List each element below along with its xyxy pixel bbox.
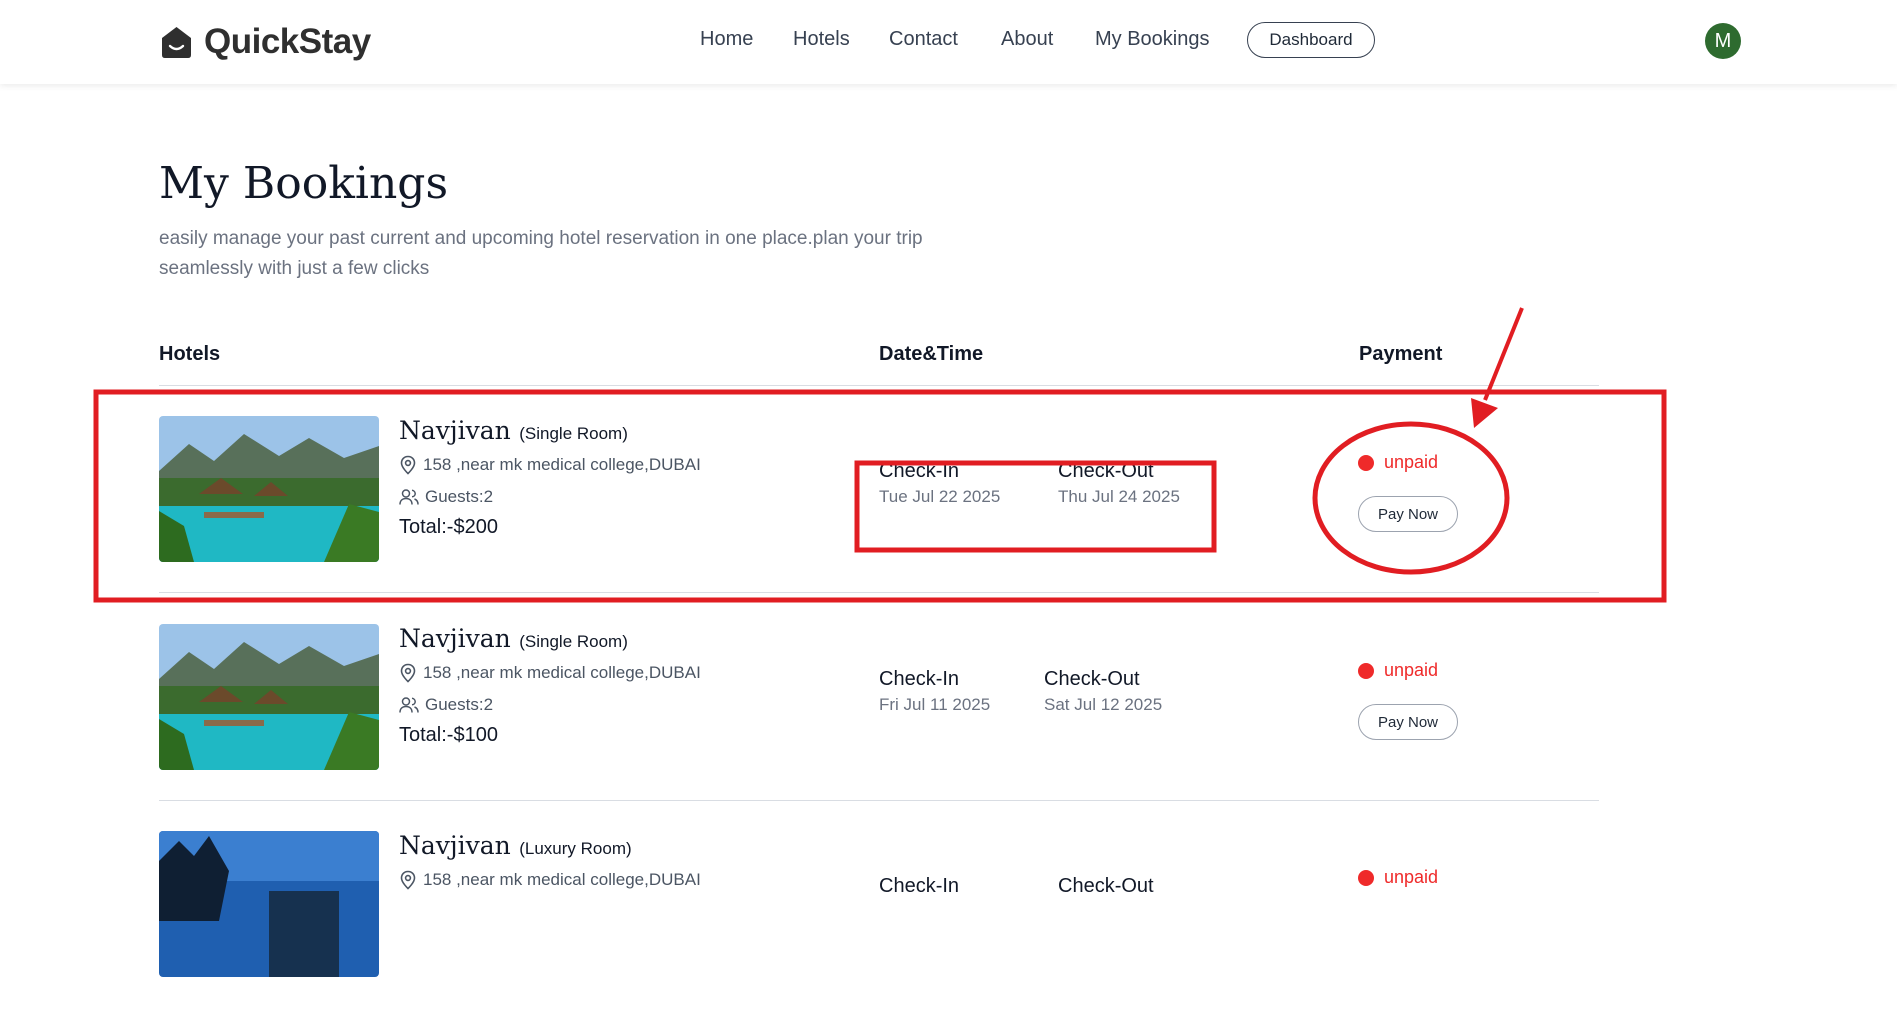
address-text: 158 ,near mk medical college,DUBAI bbox=[423, 455, 701, 474]
booking-total: Total:-$100 bbox=[399, 724, 498, 746]
check-out-label: Check-Out bbox=[1058, 460, 1154, 482]
booking-row: Navjivan (Single Room) 158 ,near mk medi… bbox=[0, 388, 1897, 595]
booking-total: Total:-$200 bbox=[399, 516, 498, 538]
check-in-label: Check-In bbox=[879, 875, 960, 897]
avatar[interactable]: M bbox=[1705, 23, 1741, 59]
room-type: (Single Room) bbox=[519, 424, 628, 443]
check-in-date: Fri Jul 11 2025 bbox=[879, 695, 991, 714]
dashboard-button[interactable]: Dashboard bbox=[1247, 22, 1375, 58]
hotel-thumbnail bbox=[159, 831, 379, 977]
hotel-name: Navjivan (Single Room) bbox=[399, 416, 628, 445]
check-out-date: Sat Jul 12 2025 bbox=[1044, 695, 1163, 714]
check-in-block: Check-In bbox=[879, 875, 959, 898]
payment-status: unpaid bbox=[1358, 452, 1438, 473]
table-divider bbox=[159, 385, 1599, 386]
status-text: unpaid bbox=[1384, 867, 1439, 887]
payment-status: unpaid bbox=[1358, 867, 1438, 888]
annotation-arrow-icon bbox=[1483, 307, 1524, 401]
pay-now-button[interactable]: Pay Now bbox=[1358, 496, 1458, 532]
hotel-thumbnail bbox=[159, 416, 379, 562]
brand-name: QuickStay bbox=[204, 22, 371, 61]
navbar: QuickStay Home Hotels Contact About My B… bbox=[0, 0, 1897, 84]
guest-count: Guests:2 bbox=[399, 695, 493, 715]
status-dot-icon bbox=[1358, 662, 1374, 679]
page-title: My Bookings bbox=[159, 158, 449, 209]
table-divider bbox=[159, 592, 1599, 593]
users-icon bbox=[399, 489, 419, 505]
status-text: unpaid bbox=[1384, 660, 1439, 680]
check-out-block: Check-Out bbox=[1058, 875, 1154, 898]
nav-link-about[interactable]: About bbox=[1001, 28, 1053, 51]
location-pin-icon bbox=[400, 455, 416, 475]
check-in-label: Check-In bbox=[879, 668, 960, 690]
guest-count: Guests:2 bbox=[399, 487, 493, 507]
nav-link-hotels[interactable]: Hotels bbox=[793, 28, 850, 51]
check-in-date: Tue Jul 22 2025 bbox=[879, 487, 1001, 506]
nav-link-my-bookings[interactable]: My Bookings bbox=[1095, 28, 1210, 51]
status-dot-icon bbox=[1358, 869, 1374, 886]
night-hotel-image bbox=[159, 831, 379, 977]
brand-logo[interactable]: QuickStay bbox=[159, 22, 371, 62]
nav-link-contact[interactable]: Contact bbox=[889, 28, 958, 51]
room-type: (Luxury Room) bbox=[519, 839, 632, 858]
address-text: 158 ,near mk medical college,DUBAI bbox=[423, 870, 701, 889]
room-type: (Single Room) bbox=[519, 632, 628, 651]
guests-text: Guests:2 bbox=[425, 487, 494, 506]
check-out-label: Check-Out bbox=[1044, 668, 1140, 690]
address-text: 158 ,near mk medical college,DUBAI bbox=[423, 663, 701, 682]
column-header-hotels: Hotels bbox=[159, 343, 221, 365]
hotel-title: Navjivan bbox=[399, 416, 511, 445]
check-out-block: Check-Out Sat Jul 12 2025 bbox=[1044, 668, 1162, 715]
check-out-block: Check-Out Thu Jul 24 2025 bbox=[1058, 460, 1180, 507]
hotel-address: 158 ,near mk medical college,DUBAI bbox=[399, 455, 701, 475]
users-icon bbox=[399, 697, 419, 713]
booking-row: Navjivan (Single Room) 158 ,near mk medi… bbox=[0, 596, 1897, 803]
check-in-label: Check-In bbox=[879, 460, 960, 482]
check-out-label: Check-Out bbox=[1058, 875, 1154, 897]
nav-link-home[interactable]: Home bbox=[700, 28, 753, 51]
location-pin-icon bbox=[400, 663, 416, 683]
hotel-thumbnail bbox=[159, 624, 379, 770]
hotel-name: Navjivan (Luxury Room) bbox=[399, 831, 632, 860]
hotel-title: Navjivan bbox=[399, 831, 511, 860]
hotel-address: 158 ,near mk medical college,DUBAI bbox=[399, 663, 701, 683]
hotel-address: 158 ,near mk medical college,DUBAI bbox=[399, 870, 701, 890]
logo-icon bbox=[162, 26, 191, 58]
guests-text: Guests:2 bbox=[425, 695, 494, 714]
hotel-name: Navjivan (Single Room) bbox=[399, 624, 628, 653]
check-in-block: Check-In Fri Jul 11 2025 bbox=[879, 668, 990, 715]
column-header-datetime: Date&Time bbox=[879, 343, 984, 365]
location-pin-icon bbox=[400, 870, 416, 890]
resort-pool-image bbox=[159, 624, 379, 770]
status-dot-icon bbox=[1358, 454, 1374, 471]
status-text: unpaid bbox=[1384, 452, 1439, 472]
pay-now-button[interactable]: Pay Now bbox=[1358, 704, 1458, 740]
column-header-payment: Payment bbox=[1359, 343, 1443, 365]
page-subtitle: easily manage your past current and upco… bbox=[159, 228, 923, 279]
resort-pool-image bbox=[159, 416, 379, 562]
payment-status: unpaid bbox=[1358, 660, 1438, 681]
check-in-block: Check-In Tue Jul 22 2025 bbox=[879, 460, 1000, 507]
check-out-date: Thu Jul 24 2025 bbox=[1058, 487, 1180, 506]
hotel-title: Navjivan bbox=[399, 624, 511, 653]
table-divider bbox=[159, 800, 1599, 801]
booking-row: Navjivan (Luxury Room) 158 ,near mk medi… bbox=[0, 803, 1897, 1010]
